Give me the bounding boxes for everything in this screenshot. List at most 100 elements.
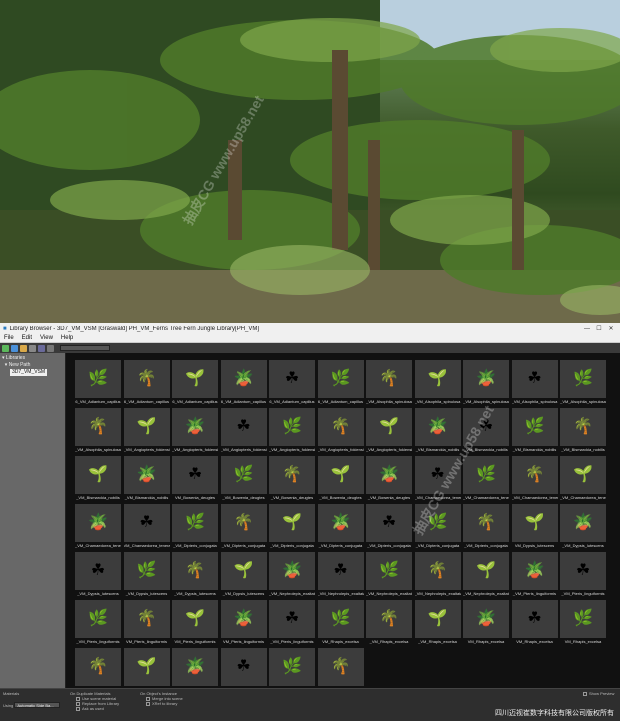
- asset-tile[interactable]: 🌱 _VM_Alsophila_spinulosa: [414, 360, 461, 406]
- menu-help[interactable]: Help: [57, 335, 77, 341]
- asset-tile[interactable]: 🌱 VM_Pteris_linguiformis: [172, 600, 218, 646]
- asset-tile[interactable]: 🪴 _VM_Chamaedorea_tenera: [75, 504, 121, 550]
- asset-tile[interactable]: ☘ VM_Chamaedorea_tenera: [123, 504, 170, 550]
- asset-tile[interactable]: 🌴 _VM_Nephrolepis_exaltata: [414, 552, 461, 598]
- asset-tile[interactable]: 🌿 _VM_Nephrolepis_exaltata: [366, 552, 412, 598]
- asset-tile[interactable]: 🌿 _VM_Dipteris_conjugata: [414, 504, 461, 550]
- asset-tile[interactable]: 🪴 _VM_Dipteris_conjugata: [317, 504, 364, 550]
- asset-tile[interactable]: ☘ VM_Bowenia_deugtes: [172, 456, 218, 502]
- asset-tile[interactable]: ☘ _VM_Nephrolepis_exaltata: [317, 552, 364, 598]
- asset-tile[interactable]: 🌱 _VM_Angiopteris_fokiensi: [123, 408, 170, 454]
- asset-tile[interactable]: 🪴 VM_Pteris_linguiformis: [220, 600, 267, 646]
- asset-tile[interactable]: 🌴 _VM_Bismarckia_nobilis: [560, 408, 606, 454]
- plant-icon: ☘: [527, 610, 542, 627]
- minimize-button[interactable]: —: [581, 326, 593, 332]
- menu-edit[interactable]: Edit: [18, 335, 36, 341]
- tree-root[interactable]: ▾ Libraries: [2, 355, 63, 362]
- asset-tile[interactable]: 🌴 6_VM_Adiantum_capillus: [123, 360, 170, 406]
- asset-tile[interactable]: ☘ _VM_Alsophila_spinulosa: [511, 360, 558, 406]
- asset-tile[interactable]: ☘ _VM_Pteris_linguiformis: [560, 552, 606, 598]
- plant-icon: 🌱: [476, 562, 496, 579]
- tree-new-path[interactable]: ▾ New Path: [2, 362, 63, 369]
- asset-tile[interactable]: 🌴 _VM_Rhapis_excelsa: [366, 600, 412, 646]
- asset-tile[interactable]: 🪴 _VM_Bowenia_deugtes: [366, 456, 412, 502]
- asset-tile[interactable]: 🌱 _VM_Chamaedorea_tenera: [560, 456, 606, 502]
- asset-tile[interactable]: 🪴 _VM_Dypsis_lutescens: [560, 504, 606, 550]
- asset-thumbnail: 🪴: [220, 360, 267, 398]
- asset-tile[interactable]: 🌿 6_VM_Adiantum_capillus: [317, 360, 364, 406]
- asset-tile[interactable]: 🪴 6_VM_Adiantum_capillus: [220, 360, 267, 406]
- plant-icon: 🌿: [330, 370, 351, 387]
- folder-icon[interactable]: [20, 344, 27, 352]
- tree-selected-library[interactable]: 3D7_VM_VSM: [2, 369, 63, 376]
- show-preview-checkbox[interactable]: [583, 691, 587, 696]
- plant-icon: 🌴: [573, 418, 593, 435]
- asset-tile[interactable]: 🌿 6_VM_Adiantum_capillus: [75, 360, 121, 406]
- ask-as-used-radio[interactable]: [76, 706, 80, 711]
- toolbar: [0, 343, 620, 353]
- menu-view[interactable]: View: [36, 335, 57, 341]
- asset-tile[interactable]: 🌱 _VM_Dipteris_conjugata: [269, 504, 315, 550]
- asset-tile[interactable]: 🌿 _VM_Dipteris_conjugata: [172, 504, 218, 550]
- asset-tile[interactable]: 🌴 _VM_Dipteris_conjugata: [463, 504, 509, 550]
- view-icon[interactable]: [38, 344, 45, 352]
- asset-name: _VM_Bismarckia_nobilis: [512, 447, 557, 452]
- asset-tile[interactable]: 🌱 _VM_Rhapis_excelsa: [414, 600, 461, 646]
- asset-tile[interactable]: 🪴 _VM_Bismarckia_nobilis: [414, 408, 461, 454]
- asset-tile[interactable]: 🌱 _VM_Bismarckia_nobilis: [75, 456, 121, 502]
- add-library-icon[interactable]: [2, 344, 9, 352]
- asset-tile[interactable]: 🌱 6_VM_Adiantum_capillus: [172, 360, 218, 406]
- search-input[interactable]: [60, 345, 110, 351]
- asset-tile[interactable]: 🪴 VM_Rhapis_excelsa: [463, 600, 509, 646]
- asset-tile[interactable]: ☘ 6_VM_Adiantum_capillus: [269, 360, 315, 406]
- asset-tile[interactable]: ☘ _VM_Chamaedorea_tenera: [414, 456, 461, 502]
- asset-tile[interactable]: 🌿 _VM_Dypsis_lutescens: [123, 552, 170, 598]
- maximize-button[interactable]: ☐: [593, 325, 605, 332]
- asset-tile[interactable]: 🌿 VM_Rhapis_excelsa: [317, 600, 364, 646]
- asset-tile[interactable]: ☘ VM_Rhapis_excelsa: [511, 600, 558, 646]
- asset-tile[interactable]: 🪴 _VM_Pteris_linguiformis: [511, 552, 558, 598]
- asset-tile[interactable]: 🌱 _VM_Dypsis_lutescens: [220, 552, 267, 598]
- asset-tile[interactable]: 🪴 _VM_Angiopteris_fokiensi: [172, 408, 218, 454]
- asset-tile[interactable]: 🌴 _VM_Dipteris_conjugata: [220, 504, 267, 550]
- asset-name: _VM_Dypsis_lutescens: [125, 591, 168, 596]
- asset-tile[interactable]: 🌴 _VM_Alsophila_spinulosa: [366, 360, 412, 406]
- asset-tile[interactable]: 🌿 _VM_Pteris_linguiformis: [75, 600, 121, 646]
- asset-tile[interactable]: 🌴 _VM_Alsophila_spinulosa: [75, 408, 121, 454]
- asset-tile[interactable]: 🌱 _VM_Angiopteris_fokiensi: [366, 408, 412, 454]
- asset-tile[interactable]: ☘ _VM_Dypsis_lutescens: [75, 552, 121, 598]
- asset-tile[interactable]: 🌿 _VM_Bismarckia_nobilis: [511, 408, 558, 454]
- asset-tile[interactable]: 🌿 _VM_Angiopteris_fokiensi: [269, 408, 315, 454]
- asset-tile[interactable]: 🌿 VM_Rhapis_excelsa: [560, 600, 606, 646]
- asset-tile[interactable]: 🌱 VM_Dypsis_lutescens: [511, 504, 558, 550]
- asset-tile[interactable]: 🌴 _VM_Chamaedorea_tenera: [511, 456, 558, 502]
- asset-thumbnail: 🌴: [172, 552, 218, 590]
- asset-tile[interactable]: 🌱 _VM_Nephrolepis_exaltata: [463, 552, 509, 598]
- asset-tile[interactable]: 🌱 _VM_Bowenia_deugtes: [317, 456, 364, 502]
- asset-tile[interactable]: 🌴 VM_Pteris_linguiformis: [123, 600, 170, 646]
- plant-icon: 🪴: [136, 466, 157, 483]
- asset-tile[interactable]: ☘ _VM_Pteris_linguiformis: [269, 600, 315, 646]
- asset-tile[interactable]: ☘ _VM_Bismarckia_nobilis: [463, 408, 509, 454]
- asset-tile[interactable]: 🌴 _VM_Dypsis_lutescens: [172, 552, 218, 598]
- asset-tile[interactable]: 🌴 _VM_Bowenia_deugtes: [269, 456, 315, 502]
- menu-file[interactable]: File: [0, 335, 18, 341]
- asset-thumbnail: 🌴: [123, 600, 170, 638]
- asset-tile[interactable]: 🌿 _VM_Chamaedorea_tenera: [463, 456, 509, 502]
- asset-tile[interactable]: ☘ _VM_Angiopteris_fokiensi: [220, 408, 267, 454]
- asset-tile[interactable]: 🌿 _VM_Bowenia_deugtes: [220, 456, 267, 502]
- close-button[interactable]: ✕: [605, 325, 617, 332]
- refresh-icon[interactable]: [11, 344, 18, 352]
- asset-tile[interactable]: 🪴 _VM_Nephrolepis_exaltata: [269, 552, 315, 598]
- asset-tile[interactable]: 🌴 _VM_Angiopteris_fokiensi: [317, 408, 364, 454]
- plant-icon: ☘: [139, 514, 154, 531]
- using-dropdown[interactable]: Automatic Side Ba...: [14, 702, 61, 708]
- asset-tile[interactable]: ☘ _VM_Dipteris_conjugata: [366, 504, 412, 550]
- asset-tile[interactable]: 🪴 _VM_Alsophila_spinulosa: [463, 360, 509, 406]
- asset-name: _VM_Rhapis_excelsa: [369, 639, 409, 644]
- asset-tile[interactable]: 🌿 _VM_Alsophila_spinulosa: [560, 360, 606, 406]
- settings-icon[interactable]: [29, 344, 36, 352]
- xref-to-library-radio[interactable]: [146, 701, 150, 706]
- filter-icon[interactable]: [47, 344, 54, 352]
- asset-tile[interactable]: 🪴 _VM_Bismarckia_nobilis: [123, 456, 170, 502]
